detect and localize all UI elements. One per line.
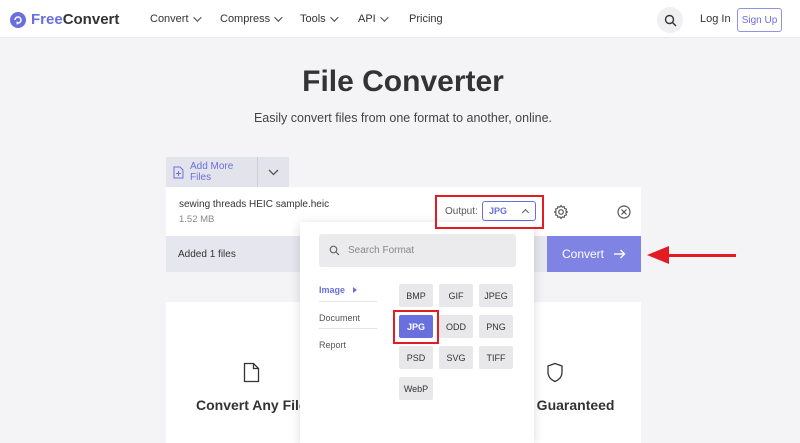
format-option-psd[interactable]: PSD <box>399 346 433 369</box>
category-document[interactable]: Document <box>319 313 360 323</box>
gear-icon <box>553 204 569 220</box>
convert-button[interactable]: Convert <box>547 236 641 272</box>
settings-button[interactable] <box>553 204 569 225</box>
nav-pricing-label: Pricing <box>409 13 443 25</box>
nav-tools-label: Tools <box>300 13 326 25</box>
page-subtitle: Easily convert files from one format to … <box>253 111 553 125</box>
feature-title-convert-any-files: Convert Any Files <box>196 397 304 413</box>
freeconvert-logo[interactable]: FreeConvert <box>10 11 119 28</box>
add-more-files-label: Add More Files <box>189 161 234 183</box>
shield-icon <box>546 362 564 388</box>
format-option-webp[interactable]: WebP <box>399 377 433 400</box>
nav-compress-label: Compress <box>220 13 271 25</box>
chevron-down-icon <box>274 13 283 22</box>
added-files-count: Added 1 files <box>178 249 236 260</box>
nav-tools[interactable]: Tools <box>300 13 339 25</box>
annotation-box-jpg <box>393 310 439 344</box>
divider <box>319 328 377 329</box>
format-search-input[interactable] <box>348 245 508 256</box>
format-option-odd[interactable]: ODD <box>439 315 473 338</box>
search-icon <box>329 245 340 256</box>
category-report[interactable]: Report <box>319 340 346 350</box>
header-search-button[interactable] <box>657 7 683 33</box>
divider <box>319 301 377 302</box>
caret-right-icon <box>353 287 358 293</box>
search-icon <box>664 14 676 26</box>
chevron-down-icon <box>329 13 339 22</box>
annotation-box-output <box>435 195 544 229</box>
signup-button[interactable]: Sign Up <box>737 8 782 32</box>
nav-convert[interactable]: Convert <box>150 13 202 25</box>
format-option-svg[interactable]: SVG <box>439 346 473 369</box>
category-document-label: Document <box>319 313 361 323</box>
close-circle-icon <box>617 205 631 219</box>
arrow-right-icon <box>614 249 626 259</box>
file-size: 1.52 MB <box>179 214 215 225</box>
nav-compress[interactable]: Compress <box>220 13 283 25</box>
remove-file-button[interactable] <box>617 205 631 224</box>
feature-title-guaranteed: y Guaranteed <box>525 397 615 413</box>
format-option-gif[interactable]: GIF <box>439 284 473 307</box>
category-image-label: Image <box>319 285 346 295</box>
format-option-tiff[interactable]: TIFF <box>479 346 513 369</box>
chevron-down-icon <box>192 13 202 22</box>
nav-convert-label: Convert <box>150 13 189 25</box>
chevron-down-icon <box>379 13 389 22</box>
page-title: File Converter <box>302 65 504 98</box>
nav-api-label: API <box>358 13 376 25</box>
annotation-arrow-line <box>668 254 736 257</box>
add-more-files-button[interactable]: Add More Files <box>166 157 258 187</box>
file-icon <box>243 362 260 388</box>
file-name: sewing threads HEIC sample.heic <box>179 199 330 210</box>
category-report-label: Report <box>319 340 347 350</box>
top-header: FreeConvert Convert Compress Tools API P… <box>0 0 800 38</box>
nav-pricing[interactable]: Pricing <box>409 13 443 25</box>
add-more-files-group: Add More Files <box>166 157 289 187</box>
logo-text: FreeConvert <box>31 11 120 28</box>
add-more-dropdown-toggle[interactable] <box>258 169 289 176</box>
add-file-icon <box>173 166 184 178</box>
format-option-bmp[interactable]: BMP <box>399 284 433 307</box>
category-image[interactable]: Image <box>319 285 358 295</box>
format-search-box[interactable] <box>319 234 516 267</box>
format-option-png[interactable]: PNG <box>479 315 513 338</box>
format-option-jpeg[interactable]: JPEG <box>479 284 513 307</box>
chevron-down-icon <box>268 169 279 175</box>
annotation-arrow-head <box>647 246 669 264</box>
logo-icon <box>10 11 26 28</box>
nav-api[interactable]: API <box>358 13 389 25</box>
convert-label: Convert <box>561 247 605 261</box>
login-link[interactable]: Log In <box>700 13 731 25</box>
